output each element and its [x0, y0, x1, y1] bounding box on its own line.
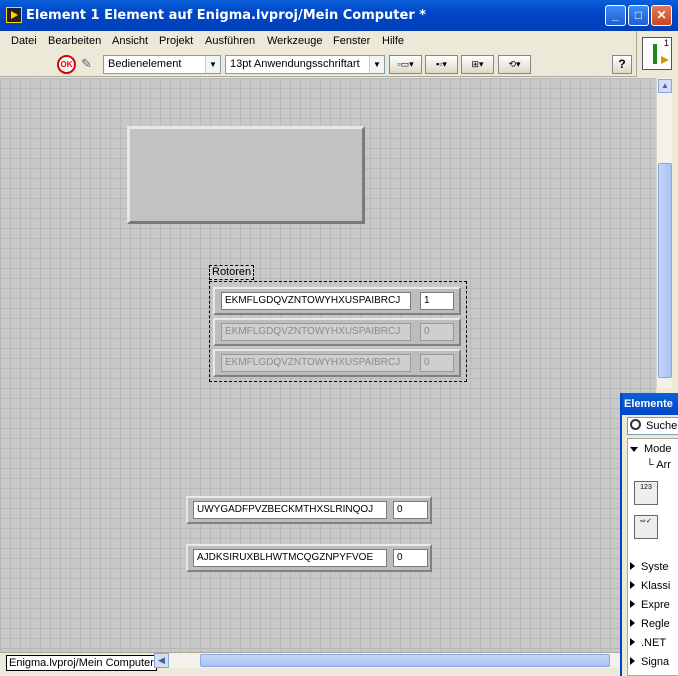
horizontal-scrollbar[interactable]: ◀: [154, 653, 620, 668]
collapsed-icon: [630, 657, 635, 665]
control-type-ring[interactable]: Bedienelement ▼: [103, 55, 221, 74]
palette-item-label: Syste: [641, 561, 669, 573]
distribute-objects-button[interactable]: ▪▫▾: [425, 55, 458, 74]
cluster-number-field[interactable]: 0: [393, 501, 428, 519]
palette-category-dotnet[interactable]: .NET: [630, 637, 666, 649]
rotor-string-field[interactable]: EKMFLGDQVZNTOWYHXUSPAIBRCJ: [221, 323, 411, 341]
palette-item-label: Mode: [644, 443, 672, 455]
ok-run-icon[interactable]: OK: [57, 55, 76, 74]
rotor-cluster[interactable]: EKMFLGDQVZNTOWYHXUSPAIBRCJ 1: [213, 287, 461, 315]
menu-projekt[interactable]: Projekt: [159, 35, 193, 47]
menu-bearbeiten[interactable]: Bearbeiten: [48, 35, 101, 47]
collapsed-icon: [630, 638, 635, 646]
decoration-box[interactable]: [127, 126, 365, 224]
maximize-button[interactable]: □: [628, 5, 649, 26]
palette-item-label: Regle: [641, 618, 670, 630]
vertical-scrollbar[interactable]: ▲: [656, 78, 672, 388]
labview-app-icon[interactable]: [6, 7, 22, 23]
help-button[interactable]: ?: [612, 55, 632, 74]
search-label: Suche: [646, 420, 678, 432]
connector-pane-icon[interactable]: 1: [642, 37, 672, 70]
chevron-down-icon[interactable]: ▼: [369, 56, 384, 73]
rotor-cluster[interactable]: EKMFLGDQVZNTOWYHXUSPAIBRCJ 0: [213, 349, 461, 377]
palette-item-label: Klassi: [641, 580, 671, 592]
palette-category-express[interactable]: Expre: [630, 599, 670, 611]
cluster-number-field[interactable]: 0: [393, 549, 428, 567]
cluster-string-field[interactable]: AJDKSIRUXBLHWTMCQGZNPYFVOE: [193, 549, 387, 567]
numeric-palette-icon[interactable]: 123: [634, 481, 658, 505]
collapsed-icon: [630, 600, 635, 608]
rotor-cluster[interactable]: EKMFLGDQVZNTOWYHXUSPAIBRCJ 0: [213, 318, 461, 346]
rotor-string-field[interactable]: EKMFLGDQVZNTOWYHXUSPAIBRCJ: [221, 354, 411, 372]
menu-bar: Datei Bearbeiten Ansicht Projekt Ausführ…: [0, 31, 636, 52]
font-value: 13pt Anwendungsschriftart: [230, 58, 360, 70]
rotor-number-field[interactable]: 0: [420, 323, 454, 341]
reorder-button[interactable]: ⟲▾: [498, 55, 531, 74]
control-type-value: Bedienelement: [108, 58, 182, 70]
menu-datei[interactable]: Datei: [11, 35, 37, 47]
tree-branch-icon: └: [646, 459, 657, 471]
scroll-up-icon[interactable]: ▲: [658, 79, 672, 93]
connector-pane-area: 1: [636, 31, 678, 77]
palette-search-button[interactable]: Suche: [627, 417, 678, 435]
cluster-string-field[interactable]: UWYGADFPVZBECKMTHXSLRINQOJ: [193, 501, 387, 519]
align-objects-button[interactable]: ▫▭▾: [389, 55, 422, 74]
minimize-button[interactable]: _: [605, 5, 626, 26]
palette-category-signal[interactable]: Signa: [630, 656, 669, 668]
connector-arrow: [661, 56, 669, 64]
rotor-string-field[interactable]: EKMFLGDQVZNTOWYHXUSPAIBRCJ: [221, 292, 411, 310]
window-title: Element 1 Element auf Enigma.lvproj/Mein…: [26, 8, 427, 23]
project-path[interactable]: Enigma.lvproj/Mein Computer: [6, 655, 157, 671]
boolean-palette-icon[interactable]: ⇨✓: [634, 515, 658, 539]
rotor-number-field[interactable]: 1: [420, 292, 454, 310]
expanded-icon: [630, 447, 638, 452]
menu-hilfe[interactable]: Hilfe: [382, 35, 404, 47]
palette-item-label: .NET: [641, 637, 667, 649]
wrench-icon[interactable]: ✎: [81, 56, 97, 72]
palette-icon-label: 123: [640, 484, 652, 491]
resize-objects-button[interactable]: ⊞▾: [461, 55, 494, 74]
palette-category-modern[interactable]: Mode: [630, 443, 672, 455]
palette-subcategory-array[interactable]: └ Arr: [646, 459, 671, 471]
toolbar: OK ✎ Bedienelement ▼ 13pt Anwendungsschr…: [0, 52, 636, 77]
palette-tree: Mode └ Arr 123 ⇨✓ Syste Klassi Expre Reg…: [627, 438, 678, 676]
controls-palette[interactable]: Elemente Suche Mode └ Arr 123 ⇨✓ Syste K…: [620, 393, 678, 676]
palette-item-label: Expre: [641, 599, 670, 611]
title-bar[interactable]: Element 1 Element auf Enigma.lvproj/Mein…: [0, 0, 678, 31]
font-ring[interactable]: 13pt Anwendungsschriftart ▼: [225, 55, 385, 74]
palette-category-regler[interactable]: Regle: [630, 618, 670, 630]
close-button[interactable]: ✕: [651, 5, 672, 26]
palette-category-system[interactable]: Syste: [630, 561, 669, 573]
palette-item-label: Arr: [656, 459, 671, 471]
palette-title[interactable]: Elemente: [622, 393, 678, 415]
vertical-scroll-thumb[interactable]: [658, 163, 672, 378]
search-icon: [630, 419, 641, 430]
scroll-left-icon[interactable]: ◀: [154, 653, 169, 668]
menu-ausfuehren[interactable]: Ausführen: [205, 35, 255, 47]
collapsed-icon: [630, 619, 635, 627]
menu-fenster[interactable]: Fenster: [333, 35, 370, 47]
menu-ansicht[interactable]: Ansicht: [112, 35, 148, 47]
connector-bar: [653, 44, 657, 64]
palette-category-classic[interactable]: Klassi: [630, 580, 670, 592]
connector-number: 1: [663, 38, 669, 48]
array-label[interactable]: Rotoren: [209, 265, 255, 280]
rotor-number-field[interactable]: 0: [420, 354, 454, 372]
menu-werkzeuge[interactable]: Werkzeuge: [267, 35, 322, 47]
collapsed-icon: [630, 562, 635, 570]
chevron-down-icon[interactable]: ▼: [205, 56, 220, 73]
collapsed-icon: [630, 581, 635, 589]
reflector-cluster[interactable]: UWYGADFPVZBECKMTHXSLRINQOJ 0: [186, 496, 432, 524]
plugboard-cluster[interactable]: AJDKSIRUXBLHWTMCQGZNPYFVOE 0: [186, 544, 432, 572]
horizontal-scroll-thumb[interactable]: [200, 654, 610, 667]
palette-item-label: Signa: [641, 656, 670, 668]
